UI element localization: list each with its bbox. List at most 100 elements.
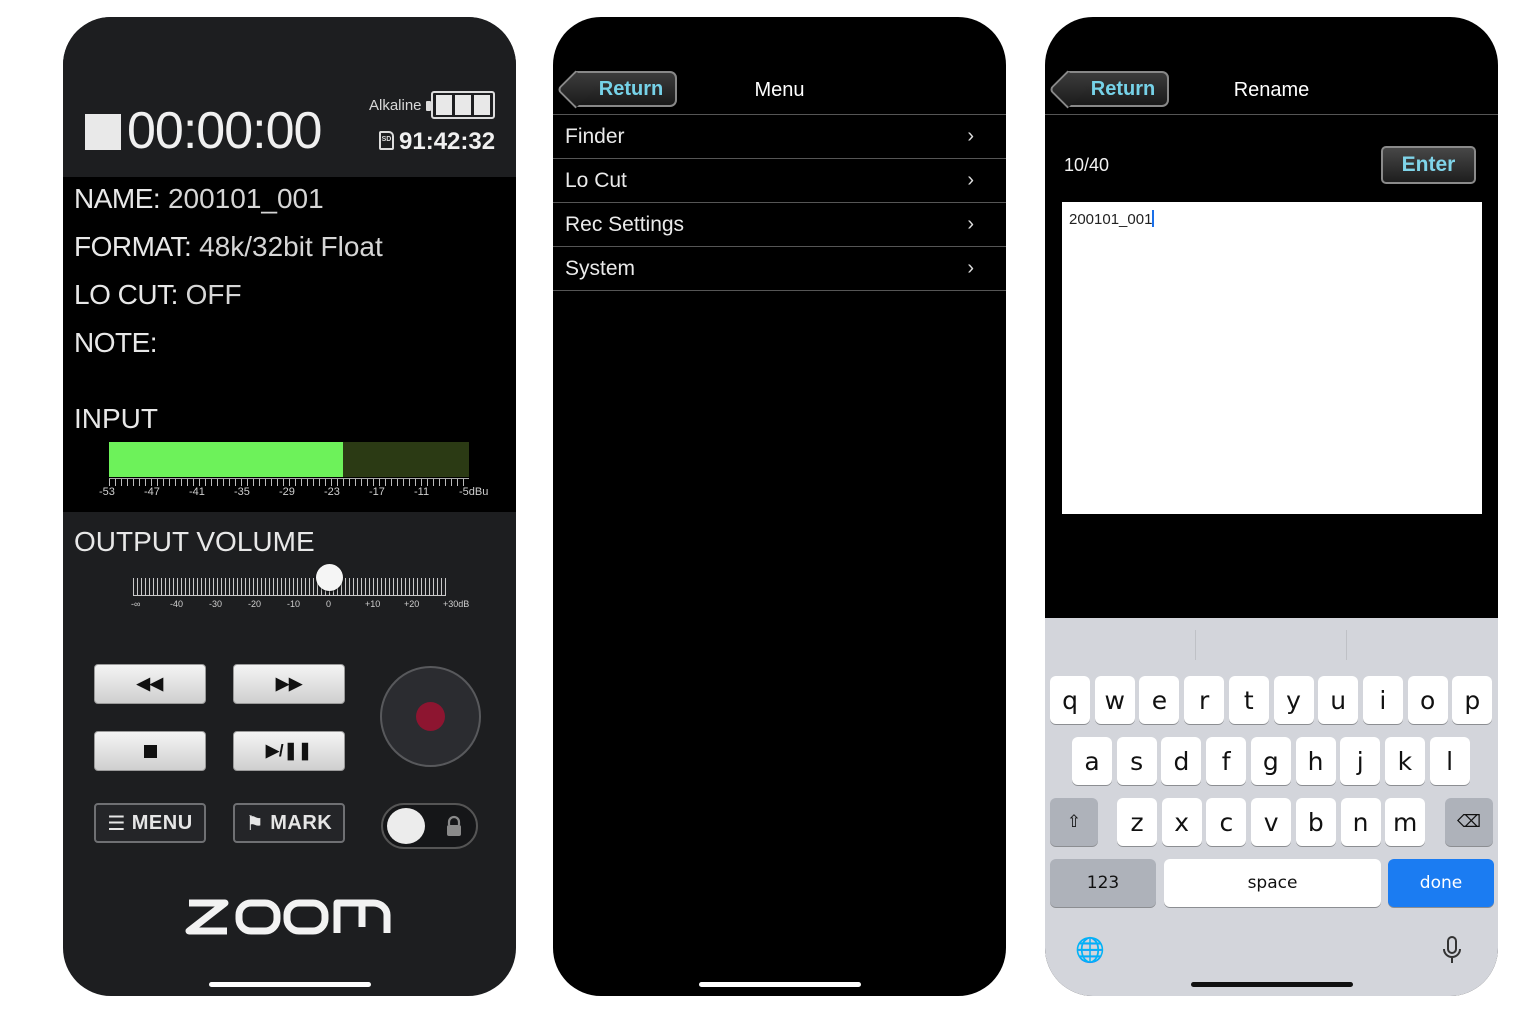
key-s[interactable]: s [1116, 737, 1157, 785]
menu-navbar: Return Menu [553, 17, 1006, 115]
menu-item-lo-cut[interactable]: Lo Cut › [553, 159, 1006, 203]
fast-forward-button[interactable]: ▶▶ [233, 664, 345, 704]
output-volume-knob[interactable] [316, 564, 343, 591]
key-o[interactable]: o [1407, 676, 1448, 724]
locut-label: LO CUT: [74, 279, 178, 310]
mark-button-label: MARK [270, 811, 333, 834]
chevron-right-icon: › [967, 125, 974, 147]
input-scale-label: -35 [234, 486, 250, 498]
hold-lock-toggle[interactable] [381, 803, 478, 849]
enter-button[interactable]: Enter [1381, 146, 1476, 184]
done-key[interactable]: done [1388, 859, 1494, 907]
rename-text-field[interactable]: 200101_001 [1062, 202, 1482, 514]
input-scale-label: -23 [324, 486, 340, 498]
input-level-fill [109, 442, 343, 477]
record-button[interactable] [380, 666, 481, 767]
key-j[interactable]: j [1340, 737, 1381, 785]
volume-scale-label: -30 [209, 599, 223, 609]
key-l[interactable]: l [1429, 737, 1470, 785]
key-u[interactable]: u [1318, 676, 1359, 724]
volume-scale-label: -40 [170, 599, 184, 609]
key-a[interactable]: a [1072, 737, 1112, 785]
key-b[interactable]: b [1295, 798, 1336, 846]
key-p[interactable]: p [1452, 676, 1493, 724]
volume-scale-label: -10 [287, 599, 301, 609]
key-e[interactable]: e [1139, 676, 1180, 724]
space-key[interactable]: space [1164, 859, 1381, 907]
name-row: NAME: 200101_001 [74, 183, 324, 215]
key-v[interactable]: v [1251, 798, 1292, 846]
key-d[interactable]: d [1161, 737, 1202, 785]
backspace-icon: ⌫ [1456, 812, 1482, 832]
key-x[interactable]: x [1161, 798, 1202, 846]
menu-item-finder[interactable]: Finder › [553, 115, 1006, 159]
shift-key[interactable]: ⇧ [1050, 798, 1098, 846]
remaining-record-time: 91:42:32 [399, 128, 496, 155]
status-header: 00:00:00 Alkaline SD 91:42:32 [63, 17, 516, 177]
locut-row: LO CUT: OFF [74, 279, 242, 311]
home-indicator[interactable] [698, 982, 861, 987]
note-row: NOTE: [74, 327, 158, 359]
input-scale-label: -17 [369, 486, 385, 498]
key-q[interactable]: q [1050, 676, 1090, 724]
key-t[interactable]: t [1228, 676, 1269, 724]
key-c[interactable]: c [1206, 798, 1247, 846]
stop-button[interactable] [94, 731, 206, 771]
rewind-button[interactable]: ◀◀ [94, 664, 206, 704]
menu-item-rec-settings[interactable]: Rec Settings › [553, 203, 1006, 247]
volume-scale-label: -∞ [131, 599, 141, 609]
character-count: 10/40 [1064, 155, 1110, 175]
home-indicator[interactable] [208, 982, 371, 987]
input-meter-scale: -53 -47 -41 -35 -29 -23 -17 -11 -5dBu [99, 486, 499, 500]
toggle-knob [387, 808, 425, 844]
mark-button[interactable]: ⚑ MARK [233, 803, 345, 843]
volume-scale-label: -20 [248, 599, 262, 609]
output-volume-track[interactable] [133, 578, 446, 596]
key-w[interactable]: w [1094, 676, 1135, 724]
key-g[interactable]: g [1250, 737, 1291, 785]
input-meter-ticks [109, 478, 469, 486]
key-f[interactable]: f [1206, 737, 1247, 785]
play-pause-icon: ▶/❚❚ [265, 741, 313, 760]
zoom-logo [185, 899, 391, 935]
play-pause-button[interactable]: ▶/❚❚ [233, 731, 345, 771]
input-level-meter [109, 442, 469, 477]
rename-text-value: 200101_001 [1069, 211, 1153, 228]
suggestion-divider [1346, 630, 1347, 660]
output-volume-label: OUTPUT VOLUME [74, 526, 315, 557]
key-m[interactable]: m [1385, 798, 1426, 846]
key-n[interactable]: n [1340, 798, 1381, 846]
input-label: INPUT [74, 403, 158, 434]
note-label: NOTE: [74, 327, 158, 358]
menu-item-system[interactable]: System › [553, 247, 1006, 291]
input-scale-label: -53 [99, 486, 115, 498]
backspace-key[interactable]: ⌫ [1445, 798, 1493, 846]
key-i[interactable]: i [1362, 676, 1403, 724]
timecode-display: 00:00:00 [127, 102, 322, 160]
keyboard: qwertyuiop asdfghjkl zxcvbnm ⇧ ⌫ 123 space… [1045, 618, 1498, 996]
key-h[interactable]: h [1295, 737, 1336, 785]
suggestion-divider [1195, 630, 1196, 660]
numbers-key[interactable]: 123 [1050, 859, 1156, 907]
text-caret [1152, 210, 1155, 227]
key-z[interactable]: z [1117, 798, 1157, 846]
input-scale-label: -29 [279, 486, 295, 498]
key-k[interactable]: k [1384, 737, 1425, 785]
menu-list: Finder › Lo Cut › Rec Settings › System … [553, 115, 1006, 291]
volume-scale-label: +10 [365, 599, 381, 609]
key-y[interactable]: y [1273, 676, 1314, 724]
page-title: Rename [1233, 79, 1310, 101]
shift-icon: ⇧ [1066, 812, 1082, 832]
menu-button[interactable]: ☰ MENU [94, 803, 206, 843]
home-indicator[interactable] [1190, 982, 1353, 987]
input-scale-label: -11 [414, 486, 430, 498]
menu-item-label: Rec Settings [565, 212, 685, 236]
battery-type-label: Alkaline [369, 97, 422, 114]
key-r[interactable]: r [1184, 676, 1225, 724]
chevron-right-icon: › [967, 257, 974, 279]
lock-icon [447, 815, 461, 836]
microphone-icon[interactable] [1442, 935, 1462, 967]
input-scale-label: -41 [189, 486, 205, 498]
globe-icon[interactable]: 🌐 [1075, 936, 1105, 965]
rename-screen: Return Rename 10/40 Enter 200101_001 qwe… [1045, 17, 1498, 996]
